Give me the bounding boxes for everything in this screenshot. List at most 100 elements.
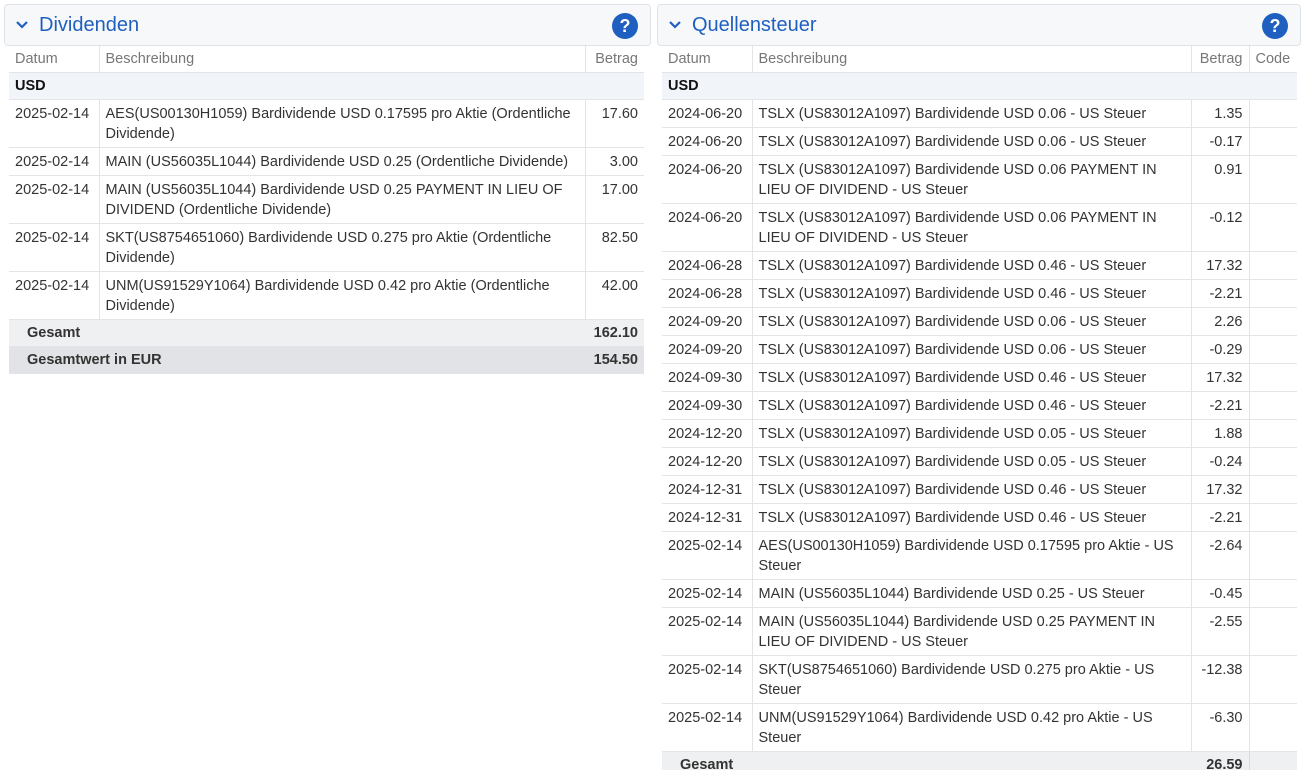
cell-betrag: 82.50 [585, 223, 644, 272]
table-row: 2024-06-20 TSLX (US83012A1097) Bardividen… [662, 155, 1297, 204]
dividenden-header[interactable]: Dividenden ? [4, 4, 651, 46]
cell-datum: 2024-12-20 [662, 419, 753, 448]
table-row: 2024-12-20 TSLX (US83012A1097) Bardividen… [662, 447, 1297, 476]
cell-code [1249, 335, 1297, 364]
table-header-row: Datum Beschreibung Betrag Code [662, 46, 1297, 73]
cell-datum: 2025-02-14 [9, 147, 100, 176]
cell-code [1249, 363, 1297, 392]
cell-datum: 2024-09-30 [662, 391, 753, 420]
cell-betrag: 1.88 [1191, 419, 1250, 448]
cell-datum: 2024-06-28 [662, 279, 753, 308]
dividenden-table: Datum Beschreibung Betrag USD 2025-02-14… [9, 46, 644, 374]
cell-beschreibung: MAIN (US56035L1044) Bardividende USD 0.2… [752, 607, 1192, 656]
cell-code [1249, 531, 1297, 580]
cell-datum: 2025-02-14 [9, 223, 100, 272]
cell-betrag: -2.64 [1191, 531, 1250, 580]
total-row-label: Gesamt [662, 751, 1191, 770]
table-row: 2025-02-14 MAIN (US56035L1044) Bardividen… [662, 607, 1297, 656]
cell-beschreibung: SKT(US8754651060) Bardividende USD 0.275… [752, 655, 1192, 704]
col-beschreibung[interactable]: Beschreibung [752, 46, 1192, 73]
cell-code [1249, 127, 1297, 156]
table-header-row: Datum Beschreibung Betrag [9, 46, 644, 73]
table-row: 2025-02-14 MAIN (US56035L1044) Bardividen… [662, 579, 1297, 608]
cell-beschreibung: TSLX (US83012A1097) Bardividende USD 0.0… [752, 419, 1192, 448]
cell-beschreibung: TSLX (US83012A1097) Bardividende USD 0.4… [752, 391, 1192, 420]
cell-betrag: 1.35 [1191, 99, 1250, 128]
cell-betrag: 17.00 [585, 175, 644, 224]
total-eur-row-label: Gesamtwert in EUR [9, 346, 585, 374]
help-icon[interactable]: ? [612, 13, 638, 39]
table-row: 2024-09-30 TSLX (US83012A1097) Bardividen… [662, 363, 1297, 392]
cell-datum: 2024-06-20 [662, 155, 753, 204]
cell-beschreibung: TSLX (US83012A1097) Bardividende USD 0.0… [752, 447, 1192, 476]
cell-datum: 2025-02-14 [662, 531, 753, 580]
cell-datum: 2025-02-14 [662, 607, 753, 656]
cell-betrag: -6.30 [1191, 703, 1250, 752]
table-row: 2024-12-31 TSLX (US83012A1097) Bardividen… [662, 475, 1297, 504]
cell-beschreibung: TSLX (US83012A1097) Bardividende USD 0.4… [752, 363, 1192, 392]
col-datum[interactable]: Datum [662, 46, 753, 73]
cell-code [1249, 99, 1297, 128]
table-row: 2025-02-14 MAIN (US56035L1044) Bardividen… [9, 147, 644, 176]
cell-beschreibung: MAIN (US56035L1044) Bardividende USD 0.2… [99, 175, 586, 224]
cell-beschreibung: UNM(US91529Y1064) Bardividende USD 0.42 … [752, 703, 1192, 752]
cell-code [1249, 703, 1297, 752]
col-beschreibung[interactable]: Beschreibung [99, 46, 586, 73]
cell-datum: 2025-02-14 [9, 99, 100, 148]
table-row: 2025-02-14 SKT(US8754651060) Bardividende… [9, 223, 644, 272]
table-row: 2024-06-28 TSLX (US83012A1097) Bardividen… [662, 251, 1297, 280]
table-row: 2025-02-14 UNM(US91529Y1064) Bardividende… [662, 703, 1297, 752]
chevron-down-icon[interactable] [5, 4, 39, 46]
cell-beschreibung: TSLX (US83012A1097) Bardividende USD 0.0… [752, 99, 1192, 128]
table-row: 2024-09-30 TSLX (US83012A1097) Bardividen… [662, 391, 1297, 420]
cell-datum: 2024-06-20 [662, 99, 753, 128]
dividenden-panel: Dividenden ? Datum Beschreibung Betrag U… [4, 4, 651, 374]
cell-code [1249, 607, 1297, 656]
cell-code [1249, 307, 1297, 336]
quellensteuer-title: Quellensteuer [692, 13, 817, 36]
total-row-code [1248, 751, 1297, 770]
table-row: 2024-12-20 TSLX (US83012A1097) Bardividen… [662, 419, 1297, 448]
table-row: 2025-02-14 SKT(US8754651060) Bardividende… [662, 655, 1297, 704]
table-row: 2024-09-20 TSLX (US83012A1097) Bardividen… [662, 307, 1297, 336]
col-code[interactable]: Code [1249, 46, 1297, 73]
cell-beschreibung: TSLX (US83012A1097) Bardividende USD 0.0… [752, 155, 1192, 204]
cell-datum: 2024-12-20 [662, 447, 753, 476]
table-row: 2025-02-14 UNM(US91529Y1064) Bardividende… [9, 271, 644, 320]
table-row: 2024-06-20 TSLX (US83012A1097) Bardividen… [662, 99, 1297, 128]
cell-datum: 2024-06-20 [662, 203, 753, 252]
table-row: 2025-02-14 AES(US00130H1059) Bardividende… [662, 531, 1297, 580]
cell-beschreibung: TSLX (US83012A1097) Bardividende USD 0.4… [752, 475, 1192, 504]
cell-beschreibung: TSLX (US83012A1097) Bardividende USD 0.0… [752, 203, 1192, 252]
cell-beschreibung: TSLX (US83012A1097) Bardividende USD 0.0… [752, 127, 1192, 156]
cell-code [1249, 475, 1297, 504]
col-betrag[interactable]: Betrag [585, 46, 644, 73]
cell-beschreibung: UNM(US91529Y1064) Bardividende USD 0.42 … [99, 271, 586, 320]
table-row: 2024-06-28 TSLX (US83012A1097) Bardividen… [662, 279, 1297, 308]
total-row-label: Gesamt [9, 319, 585, 347]
help-icon[interactable]: ? [1262, 13, 1288, 39]
cell-code [1249, 447, 1297, 476]
cell-datum: 2024-06-28 [662, 251, 753, 280]
cell-betrag: 0.91 [1191, 155, 1250, 204]
quellensteuer-header[interactable]: Quellensteuer ? [657, 4, 1301, 46]
currency-row: USD [9, 72, 644, 100]
cell-betrag: -2.21 [1191, 279, 1250, 308]
cell-code [1249, 655, 1297, 704]
quellensteuer-panel: Quellensteuer ? Datum Beschreibung Betra… [657, 4, 1301, 770]
cell-code [1249, 279, 1297, 308]
cell-beschreibung: MAIN (US56035L1044) Bardividende USD 0.2… [752, 579, 1192, 608]
cell-beschreibung: AES(US00130H1059) Bardividende USD 0.175… [752, 531, 1192, 580]
cell-datum: 2024-12-31 [662, 503, 753, 532]
cell-betrag: -12.38 [1191, 655, 1250, 704]
cell-datum: 2024-09-30 [662, 363, 753, 392]
currency-row: USD [662, 72, 1297, 100]
cell-datum: 2024-12-31 [662, 475, 753, 504]
chevron-down-icon[interactable] [658, 4, 692, 46]
cell-datum: 2025-02-14 [9, 271, 100, 320]
total-row: Gesamt 26.59 [662, 751, 1297, 770]
col-betrag[interactable]: Betrag [1191, 46, 1250, 73]
cell-betrag: -0.12 [1191, 203, 1250, 252]
col-datum[interactable]: Datum [9, 46, 100, 73]
cell-beschreibung: MAIN (US56035L1044) Bardividende USD 0.2… [99, 147, 586, 176]
